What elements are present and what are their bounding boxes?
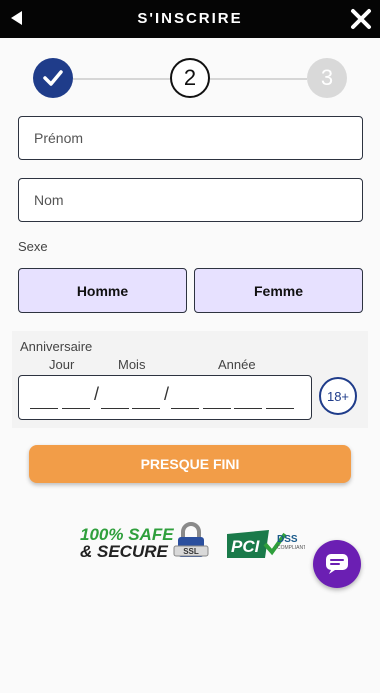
- birthday-label: Anniversaire: [20, 339, 93, 354]
- svg-text:SSL: SSL: [183, 547, 199, 556]
- chat-bubble-button[interactable]: [313, 540, 361, 588]
- last-name-input[interactable]: [18, 178, 363, 222]
- step-2-current: 2: [170, 58, 210, 98]
- year-digit-2[interactable]: [203, 408, 231, 409]
- svg-text:DSS: DSS: [277, 534, 298, 545]
- birthday-section: Anniversaire Jour Mois Année / / 18+: [12, 331, 368, 428]
- safe-badge-line1: 100% SAFE: [80, 525, 174, 544]
- page-title: S'INSCRIRE: [137, 10, 243, 27]
- year-digit-3[interactable]: [234, 408, 262, 409]
- month-digit-2[interactable]: [132, 408, 160, 409]
- age-18-badge: 18+: [319, 377, 357, 415]
- progress-stepper: 2 3: [0, 58, 380, 100]
- pci-dss-logo: PCI DSS COMPLIANT: [227, 530, 305, 558]
- checkmark-icon: [43, 70, 63, 86]
- month-digit-1[interactable]: [101, 408, 129, 409]
- sex-label: Sexe: [18, 239, 48, 254]
- chat-icon: [326, 554, 348, 574]
- safe-badge-line2: & SECURE: [80, 542, 168, 561]
- close-icon[interactable]: [350, 8, 372, 30]
- header-bar: S'INSCRIRE: [0, 0, 380, 38]
- step-3-pending: 3: [307, 58, 347, 98]
- stepper-line: [73, 78, 170, 80]
- date-separator: /: [94, 384, 100, 404]
- stepper-line: [210, 78, 307, 80]
- ssl-lock-icon: SSL: [173, 522, 209, 557]
- month-label: Mois: [118, 357, 146, 372]
- svg-text:PCI: PCI: [231, 537, 261, 556]
- year-digit-1[interactable]: [171, 408, 199, 409]
- first-name-input[interactable]: [18, 116, 363, 160]
- step-1-complete: [33, 58, 73, 98]
- birthdate-input[interactable]: / /: [18, 375, 312, 420]
- day-label: Jour: [49, 357, 75, 372]
- male-button[interactable]: Homme: [18, 268, 187, 313]
- date-separator: /: [164, 384, 170, 404]
- svg-text:COMPLIANT: COMPLIANT: [277, 545, 305, 551]
- safe-secure-badge: 100% SAFE & SECURE: [80, 526, 174, 560]
- day-digit-1[interactable]: [30, 408, 58, 409]
- female-button[interactable]: Femme: [194, 268, 363, 313]
- day-digit-2[interactable]: [62, 408, 90, 409]
- year-digit-4[interactable]: [266, 408, 294, 409]
- year-label: Année: [218, 357, 256, 372]
- presque-fini-button[interactable]: PRESQUE FINI: [29, 445, 351, 483]
